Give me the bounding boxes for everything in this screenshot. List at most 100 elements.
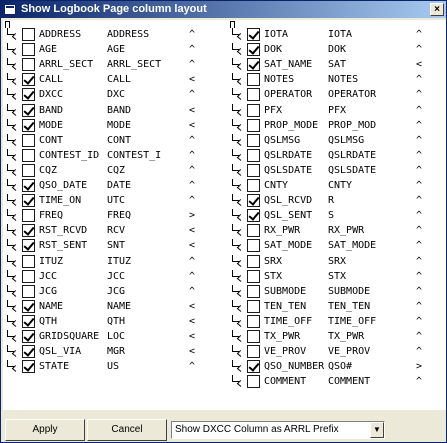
column-alignment-toggle[interactable]: < (185, 345, 199, 358)
column-alignment-toggle[interactable]: ^ (185, 134, 199, 147)
column-alignment-toggle[interactable]: ^ (185, 255, 199, 268)
column-row[interactable]: QSO_DATE DATE ^ (5, 179, 225, 192)
drag-handle-icon[interactable] (5, 330, 21, 343)
column-header-label[interactable]: SRX (328, 255, 346, 268)
column-header-label[interactable]: DOK (328, 43, 346, 56)
column-row[interactable]: AGE AGE ^ (5, 43, 225, 57)
column-alignment-toggle[interactable]: < (185, 73, 199, 86)
column-header-label[interactable]: R (328, 194, 334, 207)
column-alignment-toggle[interactable]: ^ (412, 375, 426, 388)
column-header-label[interactable]: VE_PROV (328, 345, 370, 358)
cancel-button[interactable]: Cancel (87, 419, 167, 441)
drag-handle-icon[interactable] (230, 224, 246, 237)
chevron-down-icon[interactable]: ▼ (370, 422, 384, 438)
drag-handle-icon[interactable] (5, 224, 21, 237)
column-alignment-toggle[interactable]: ^ (412, 224, 426, 237)
drag-handle-icon[interactable] (230, 133, 246, 147)
column-visible-checkbox[interactable] (247, 103, 260, 117)
drag-handle-icon[interactable] (230, 375, 246, 388)
column-alignment-toggle[interactable]: ^ (412, 345, 426, 358)
column-row[interactable]: ARRL_SECT ARRL_SECT ^ (5, 58, 225, 72)
column-visible-checkbox[interactable] (247, 28, 260, 41)
drag-handle-icon[interactable] (230, 209, 246, 222)
column-row[interactable]: SRX SRX ^ (230, 254, 447, 268)
column-alignment-toggle[interactable]: ^ (412, 239, 426, 252)
drag-handle-icon[interactable] (5, 209, 21, 222)
column-visible-checkbox[interactable] (247, 73, 260, 87)
column-visible-checkbox[interactable] (22, 299, 35, 313)
drag-handle-icon[interactable] (230, 179, 246, 192)
drag-handle-icon[interactable] (5, 43, 21, 56)
drag-handle-icon[interactable] (5, 345, 21, 358)
column-alignment-toggle[interactable]: ^ (412, 73, 426, 86)
column-row[interactable]: STATE US ^ (5, 360, 225, 374)
column-header-label[interactable]: CALL (107, 73, 131, 86)
column-row[interactable]: CQZ CQZ ^ (5, 163, 225, 177)
column-row[interactable]: STX STX ^ (230, 269, 447, 283)
column-visible-checkbox[interactable] (247, 314, 260, 328)
drag-handle-icon[interactable] (5, 88, 21, 101)
column-visible-checkbox[interactable] (22, 345, 35, 359)
column-row[interactable]: DXCC DXC ^ (5, 88, 225, 102)
column-row[interactable]: RX_PWR RX_PWR ^ (230, 224, 447, 238)
column-row[interactable]: QSLMSG QSLMSG ^ (230, 133, 447, 147)
drag-handle-icon[interactable] (230, 330, 246, 343)
column-alignment-toggle[interactable]: ^ (412, 149, 426, 162)
drag-handle-icon[interactable] (230, 58, 246, 71)
column-alignment-toggle[interactable]: < (185, 239, 199, 252)
column-header-label[interactable]: QSLSDATE (328, 164, 376, 177)
column-header-label[interactable]: LOC (107, 330, 125, 343)
drag-handle-icon[interactable] (230, 299, 246, 313)
drag-handle-icon[interactable] (230, 345, 246, 358)
drag-handle-icon[interactable] (230, 28, 246, 41)
column-visible-checkbox[interactable] (247, 330, 260, 343)
drag-handle-icon[interactable] (5, 194, 21, 207)
column-row[interactable]: SAT_MODE SAT_MODE ^ (230, 239, 447, 253)
column-row[interactable]: RST_SENT SNT < (5, 239, 225, 253)
column-visible-checkbox[interactable] (22, 118, 35, 132)
column-visible-checkbox[interactable] (22, 163, 35, 177)
column-visible-checkbox[interactable] (247, 58, 260, 72)
drag-handle-icon[interactable] (230, 43, 246, 56)
column-alignment-toggle[interactable]: ^ (412, 194, 426, 207)
drag-handle-icon[interactable] (5, 314, 21, 328)
column-header-label[interactable]: PFX (328, 104, 346, 117)
column-row[interactable]: QTH QTH < (5, 314, 225, 328)
column-row[interactable]: PROP_MODE PROP_MOD ^ (230, 118, 447, 132)
column-visible-checkbox[interactable] (247, 43, 260, 57)
column-visible-checkbox[interactable] (247, 284, 260, 298)
column-header-label[interactable]: RCV (107, 224, 125, 237)
column-header-label[interactable]: TIME_OFF (328, 315, 376, 328)
column-row[interactable]: DOK DOK ^ (230, 43, 447, 57)
column-row[interactable]: CNTY CNTY ^ (230, 179, 447, 192)
column-row[interactable]: QSL_SENT S ^ (230, 209, 447, 223)
column-header-label[interactable]: QSO# (328, 360, 352, 373)
column-visible-checkbox[interactable] (247, 133, 260, 147)
column-alignment-toggle[interactable]: < (412, 58, 426, 71)
column-alignment-toggle[interactable]: ^ (412, 270, 426, 283)
drag-handle-icon[interactable] (230, 163, 246, 177)
column-row[interactable]: QSL_VIA MGR < (5, 345, 225, 359)
column-header-label[interactable]: IOTA (328, 28, 352, 41)
column-visible-checkbox[interactable] (247, 239, 260, 253)
drag-handle-icon[interactable] (230, 314, 246, 328)
column-visible-checkbox[interactable] (22, 224, 35, 238)
column-alignment-toggle[interactable]: < (185, 300, 199, 313)
column-header-label[interactable]: SUBMODE (328, 285, 370, 298)
column-header-label[interactable]: NOTES (328, 73, 358, 86)
column-alignment-toggle[interactable]: ^ (185, 164, 199, 177)
column-header-label[interactable]: BAND (107, 104, 131, 117)
column-header-label[interactable]: JCG (107, 285, 125, 298)
column-header-label[interactable]: SNT (107, 239, 125, 252)
column-row[interactable]: NAME NAME < (5, 299, 225, 313)
column-visible-checkbox[interactable] (22, 314, 35, 328)
column-alignment-toggle[interactable]: ^ (185, 88, 199, 101)
column-alignment-toggle[interactable]: < (185, 104, 199, 117)
column-header-label[interactable]: STX (328, 270, 346, 283)
drag-handle-icon[interactable] (230, 239, 246, 252)
drag-handle-icon[interactable] (230, 269, 246, 283)
column-row[interactable]: COMMENT COMMENT ^ (230, 375, 447, 389)
column-visible-checkbox[interactable] (22, 88, 35, 102)
column-visible-checkbox[interactable] (247, 209, 260, 223)
column-row[interactable]: CALL CALL < (5, 73, 225, 87)
